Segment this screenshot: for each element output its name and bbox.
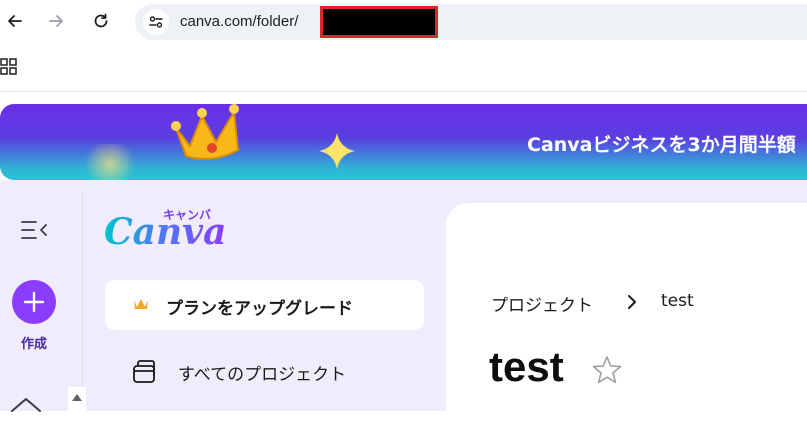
promo-text[interactable]: Canvaビジネスを3か月間半額 xyxy=(527,130,796,157)
page-title: test xyxy=(489,343,564,390)
banner-glow xyxy=(80,144,140,180)
home-icon[interactable] xyxy=(10,396,42,412)
address-bar[interactable]: canva.com/folder/ xyxy=(135,4,807,40)
back-button[interactable] xyxy=(0,6,30,36)
upgrade-plan-label[interactable]: プランをアップグレード xyxy=(166,294,353,319)
reload-icon xyxy=(94,13,108,28)
small-crown-icon xyxy=(134,299,148,309)
url-redaction xyxy=(320,6,438,38)
bookmarks-bar xyxy=(0,44,807,92)
chevron-right-icon xyxy=(628,295,636,309)
canva-logo[interactable]: Canva xyxy=(104,212,226,252)
reload-button[interactable] xyxy=(86,6,116,36)
crown-icon xyxy=(171,104,240,160)
browser-toolbar: canva.com/folder/ xyxy=(0,0,807,44)
create-label[interactable]: 作成 xyxy=(0,333,68,352)
star-icon[interactable] xyxy=(592,355,622,385)
apps-grid-icon[interactable] xyxy=(0,58,18,76)
forward-button[interactable] xyxy=(41,6,71,36)
rail-divider xyxy=(82,192,83,411)
forward-arrow-icon xyxy=(49,15,63,27)
back-arrow-icon xyxy=(8,15,22,27)
url-text[interactable]: canva.com/folder/ xyxy=(180,13,298,30)
projects-folder-icon xyxy=(133,360,155,383)
create-button[interactable] xyxy=(12,280,56,324)
site-settings-button[interactable] xyxy=(143,9,169,35)
breadcrumb-current: test xyxy=(661,291,694,311)
content-panel xyxy=(446,203,807,433)
scroll-up-arrow-icon[interactable] xyxy=(71,392,83,402)
breadcrumb-projects[interactable]: プロジェクト xyxy=(491,291,593,316)
all-projects-link[interactable]: すべてのプロジェクト xyxy=(178,360,346,385)
sparkle-icon xyxy=(319,133,355,169)
plus-icon xyxy=(23,291,45,313)
site-settings-icon xyxy=(149,16,163,28)
sidebar-toggle-icon[interactable] xyxy=(20,218,48,242)
